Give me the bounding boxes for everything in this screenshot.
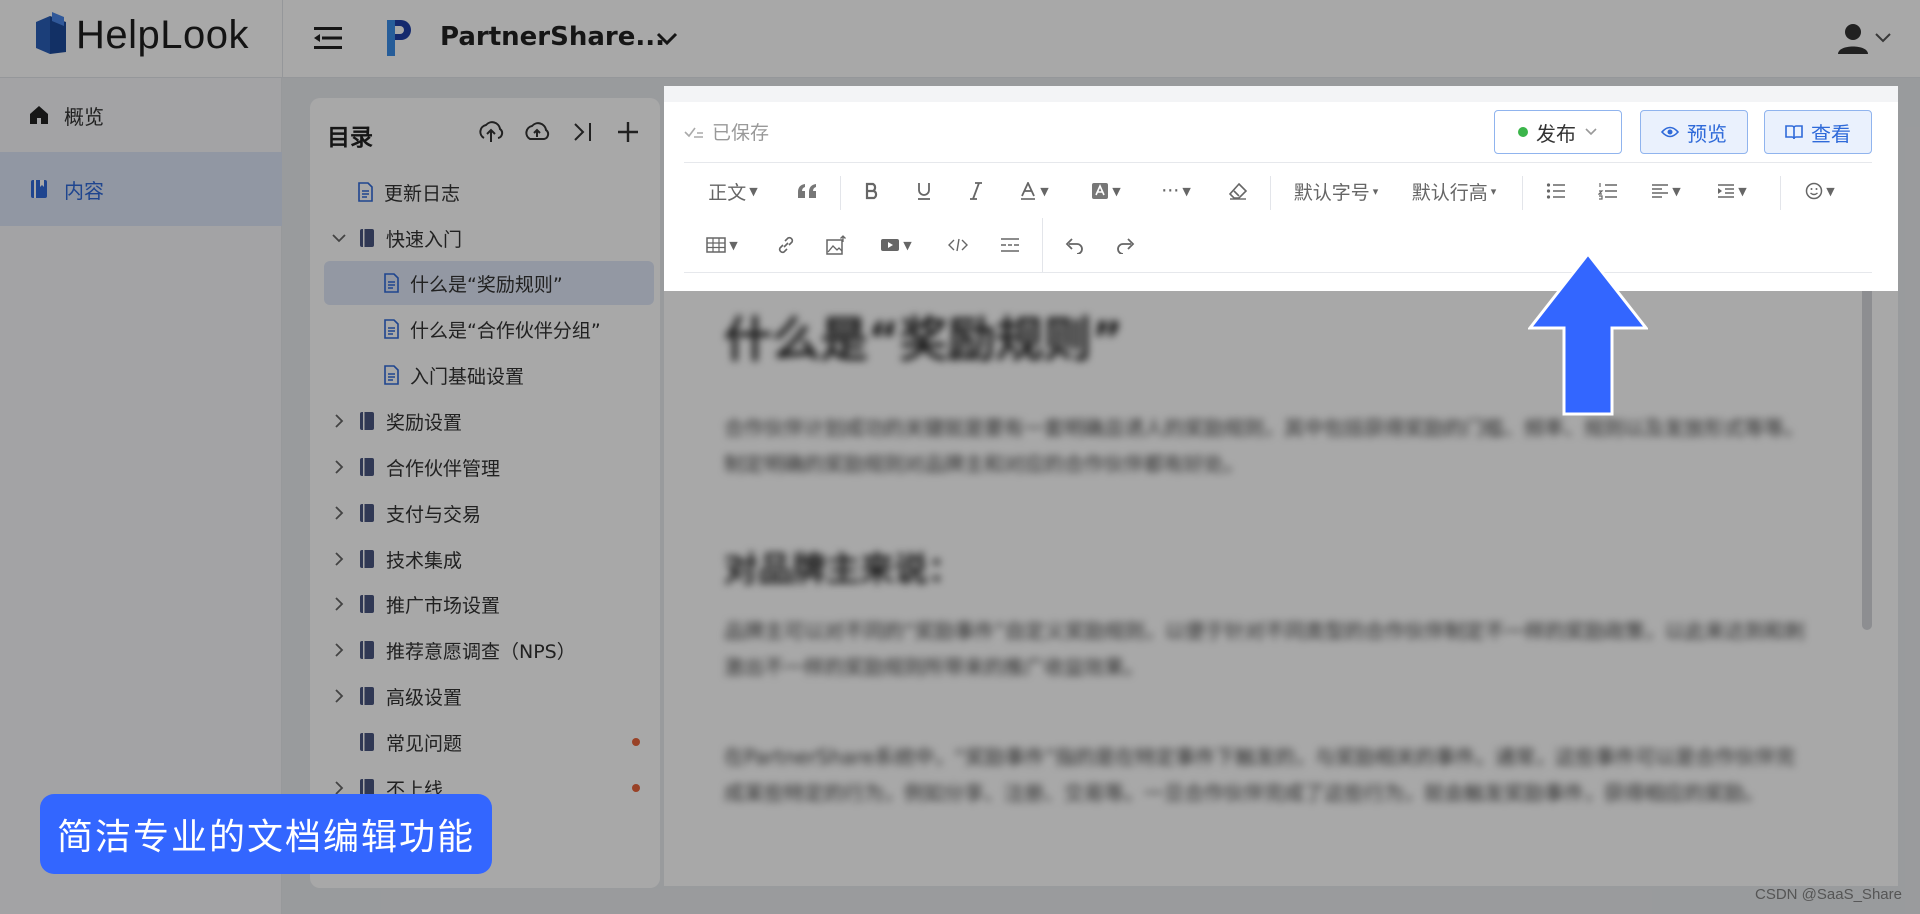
more-styles-select[interactable]: ··· ▼ [1156, 170, 1196, 212]
emoji-icon [1806, 182, 1823, 200]
link-icon [778, 236, 794, 254]
table-select[interactable]: ▼ [702, 224, 742, 266]
toolbar-divider [684, 162, 1872, 163]
font-size-label: 默认字号 [1293, 181, 1370, 204]
saved-check-icon [684, 127, 703, 138]
feature-caption: 简洁专业的文档编辑功能 [40, 794, 492, 874]
code-icon [948, 238, 968, 252]
image-upload-icon [826, 235, 846, 255]
font-color-select[interactable]: ▼ [1014, 170, 1054, 212]
paragraph-style-select[interactable]: 正文 ▼ [698, 170, 768, 212]
view-label: 查看 [1811, 121, 1851, 146]
font-color-icon [1021, 182, 1036, 200]
video-icon [881, 239, 900, 251]
clear-format-button[interactable] [1222, 170, 1254, 212]
redo-button[interactable] [1110, 224, 1142, 266]
indent-icon [1718, 184, 1735, 198]
watermark: CSDN @SaaS_Share [1755, 886, 1902, 903]
publish-button[interactable]: 发布 [1494, 110, 1622, 154]
line-height-select[interactable]: 默认行高 ▾ [1406, 170, 1502, 212]
saved-status: 已保存 [684, 118, 769, 145]
divider-button[interactable] [994, 224, 1026, 266]
paragraph-style-label: 正文 [708, 181, 747, 204]
underline-button[interactable] [908, 170, 940, 212]
emoji-select[interactable]: ▼ [1800, 170, 1840, 212]
undo-icon [1065, 238, 1083, 254]
preview-button[interactable]: 预览 [1640, 110, 1748, 154]
bold-icon [865, 182, 878, 200]
toolbar-separator [1780, 176, 1781, 210]
undo-button[interactable] [1058, 224, 1090, 266]
italic-icon [970, 182, 982, 200]
indent-select[interactable]: ▼ [1712, 170, 1752, 212]
saved-label: 已保存 [712, 122, 770, 144]
toolbar-bottom-divider [684, 272, 1872, 273]
highlight-color-icon [1092, 183, 1109, 199]
redo-icon [1117, 238, 1135, 254]
eraser-icon [1228, 182, 1248, 200]
line-height-label: 默认行高 [1411, 181, 1488, 204]
toolbar-separator [1270, 176, 1271, 210]
up-arrow-annotation-icon [1528, 252, 1648, 416]
publish-label: 发布 [1536, 121, 1576, 146]
numbered-list-button[interactable] [1592, 170, 1624, 212]
open-book-icon [1785, 125, 1803, 140]
bullet-list-button[interactable] [1540, 170, 1572, 212]
more-styles-label: ··· [1161, 180, 1180, 202]
align-left-icon [1652, 184, 1669, 198]
toolbar-separator [1042, 218, 1043, 272]
toolbar-separator [1522, 176, 1523, 210]
align-select[interactable]: ▼ [1646, 170, 1686, 212]
image-upload-button[interactable] [820, 224, 852, 266]
preview-label: 预览 [1687, 121, 1727, 146]
bold-button[interactable] [856, 170, 888, 212]
view-button[interactable]: 查看 [1764, 110, 1872, 154]
horizontal-rule-icon [1001, 238, 1019, 252]
chevron-down-icon [1585, 128, 1597, 136]
background-color-select[interactable]: ▼ [1086, 170, 1126, 212]
numbered-list-icon [1598, 183, 1617, 200]
code-button[interactable] [942, 224, 974, 266]
link-button[interactable] [770, 224, 802, 266]
video-select[interactable]: ▼ [876, 224, 916, 266]
italic-button[interactable] [960, 170, 992, 212]
status-dot [1518, 127, 1528, 137]
font-size-select[interactable]: 默认字号 ▾ [1288, 170, 1384, 212]
quote-button[interactable] [790, 170, 824, 212]
table-icon [706, 237, 727, 253]
eye-icon [1661, 126, 1679, 138]
bullet-list-icon [1546, 183, 1565, 199]
toolbar-separator [840, 176, 841, 210]
underline-icon [918, 183, 930, 200]
quote-icon [798, 184, 816, 198]
